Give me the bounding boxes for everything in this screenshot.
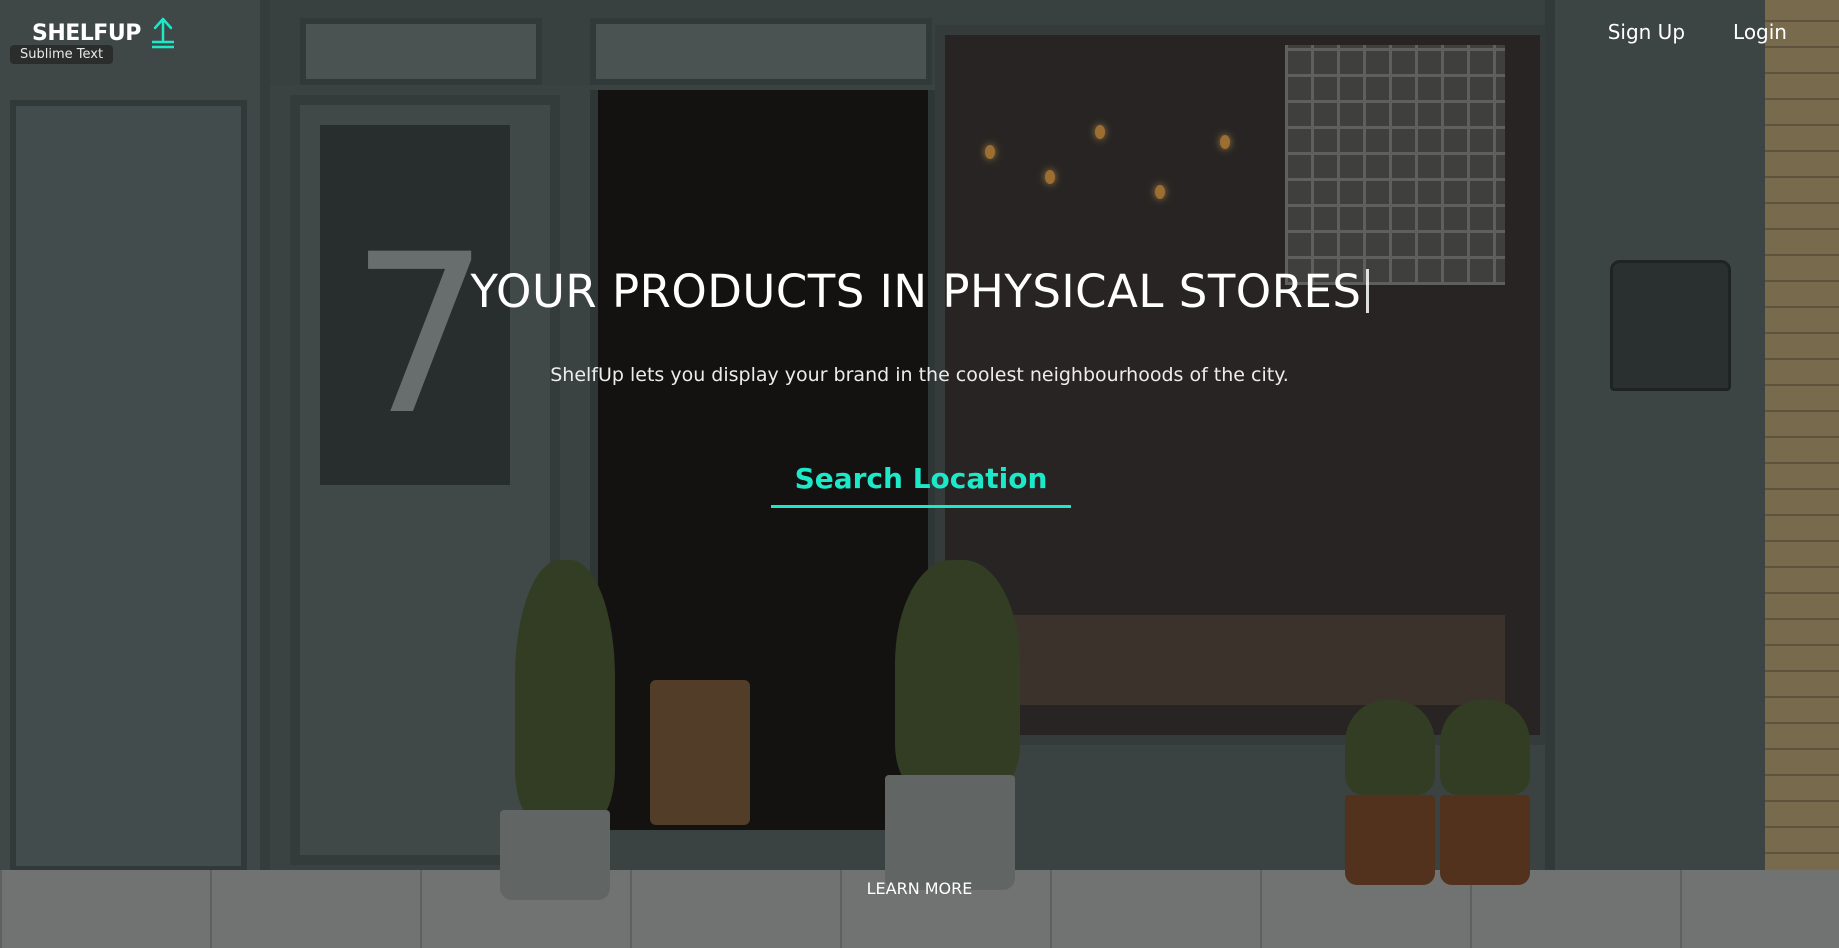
upload-arrow-icon	[149, 16, 177, 50]
hero-subtitle: ShelfUp lets you display your brand in t…	[550, 364, 1289, 386]
app-tooltip: Sublime Text	[10, 45, 114, 64]
brand-name: SHELFUP	[32, 20, 141, 46]
hero-title: YOUR PRODUCTS IN PHYSICAL STORES	[0, 265, 1839, 318]
landing-page: 7 SHELFUP Sublime Text Sign Up Login YOU…	[0, 0, 1839, 948]
hero-title-text: YOUR PRODUCTS IN PHYSICAL STORES	[470, 265, 1362, 318]
search-location-button[interactable]: Search Location	[771, 462, 1071, 508]
top-nav: Sign Up Login	[1608, 20, 1787, 44]
learn-more-link[interactable]: LEARN MORE	[0, 879, 1839, 898]
sign-up-link[interactable]: Sign Up	[1608, 20, 1685, 44]
text-caret	[1365, 269, 1369, 313]
login-link[interactable]: Login	[1733, 20, 1787, 44]
